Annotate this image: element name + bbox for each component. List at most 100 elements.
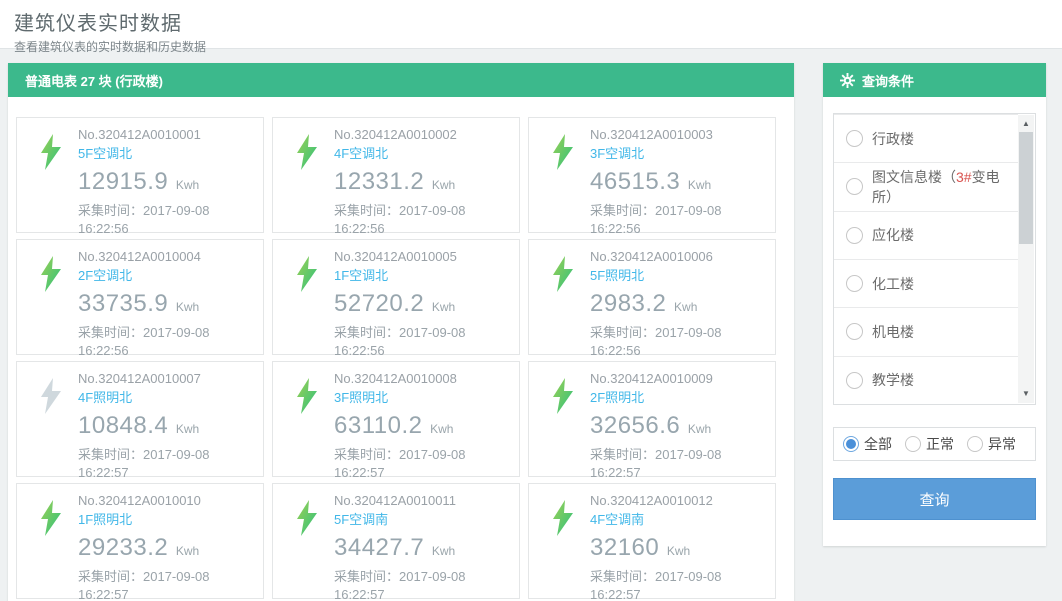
meter-unit: Kwh	[688, 178, 711, 192]
meter-location-link[interactable]: 2F空调北	[78, 268, 228, 284]
meter-number: No.320412A0010011	[334, 493, 484, 509]
page-title: 建筑仪表实时数据	[14, 7, 1062, 36]
bolt-icon	[552, 256, 574, 292]
meter-card: No.320412A0010004 2F空调北 33735.9 Kwh 采集时间…	[16, 239, 264, 355]
meter-collect-time: 采集时间：2017-09-08 16:22:57	[334, 446, 484, 484]
building-label-text: 教学楼	[872, 372, 914, 388]
collect-date: 2017-09-08	[655, 447, 722, 462]
query-button[interactable]: 查询	[833, 478, 1036, 520]
status-option[interactable]: 正常	[905, 434, 954, 454]
radio-button[interactable]	[846, 178, 863, 195]
collect-time: 16:22:56	[334, 343, 385, 358]
meter-value-row: 63110.2 Kwh	[334, 411, 484, 441]
radio-button[interactable]	[846, 227, 863, 244]
collect-time-label: 采集时间：	[334, 203, 399, 218]
collect-date: 2017-09-08	[143, 325, 210, 340]
meter-card-body: No.320412A0010003 3F空调北 46515.3 Kwh 采集时间…	[590, 118, 740, 232]
building-option[interactable]: 图文信息楼（3#变电所）	[834, 162, 1018, 210]
collect-time-label: 采集时间：	[590, 325, 655, 340]
collect-date: 2017-09-08	[399, 447, 466, 462]
scroll-down-arrow[interactable]: ▼	[1018, 387, 1034, 401]
collect-time-label: 采集时间：	[78, 325, 143, 340]
meter-value: 32160	[590, 534, 659, 561]
radio-button[interactable]	[967, 436, 983, 452]
collect-time-label: 采集时间：	[590, 203, 655, 218]
meter-unit: Kwh	[432, 544, 455, 558]
bolt-icon	[40, 134, 62, 170]
building-option[interactable]: 应化楼	[834, 211, 1018, 259]
bolt-icon	[552, 378, 574, 414]
scrollbar-thumb[interactable]	[1019, 132, 1033, 244]
bolt-icon	[40, 378, 62, 414]
building-list: 行政楼 图文信息楼（3#变电所） 应化楼	[833, 113, 1036, 405]
meter-collect-time: 采集时间：2017-09-08 16:22:56	[590, 324, 740, 362]
bolt-icon	[40, 500, 62, 536]
meter-collect-time: 采集时间：2017-09-08 16:22:57	[78, 446, 228, 484]
radio-button[interactable]	[846, 323, 863, 340]
meters-panel-header: 普通电表 27 块 (行政楼)	[8, 63, 794, 97]
building-option[interactable]: 行政楼	[834, 114, 1018, 162]
meter-number: No.320412A0010009	[590, 371, 740, 387]
building-label: 化工楼	[872, 274, 914, 294]
meter-collect-time: 采集时间：2017-09-08 16:22:56	[334, 324, 484, 362]
meter-location-link[interactable]: 3F空调北	[590, 146, 740, 162]
meter-card: No.320412A0010005 1F空调北 52720.2 Kwh 采集时间…	[272, 239, 520, 355]
meter-location-link[interactable]: 5F空调北	[78, 146, 228, 162]
meter-location-link[interactable]: 4F空调南	[590, 512, 740, 528]
building-option[interactable]: 化工楼	[834, 259, 1018, 307]
building-label: 行政楼	[872, 129, 914, 149]
scroll-up-arrow[interactable]: ▲	[1018, 117, 1034, 131]
meter-card-body: No.320412A0010004 2F空调北 33735.9 Kwh 采集时间…	[78, 240, 228, 354]
meter-location-link[interactable]: 4F照明北	[78, 390, 228, 406]
bolt-icon	[40, 256, 62, 292]
status-option[interactable]: 全部	[843, 434, 892, 454]
meter-number: No.320412A0010010	[78, 493, 228, 509]
meter-location-link[interactable]: 4F空调北	[334, 146, 484, 162]
meters-panel: 普通电表 27 块 (行政楼) No.320412A0010001 5F空调北 …	[8, 63, 794, 601]
meter-card-body: No.320412A0010007 4F照明北 10848.4 Kwh 采集时间…	[78, 362, 228, 476]
building-option[interactable]: 机电楼	[834, 307, 1018, 355]
meter-number: No.320412A0010001	[78, 127, 228, 143]
meter-location-link[interactable]: 1F空调北	[334, 268, 484, 284]
radio-button[interactable]	[846, 372, 863, 389]
collect-time: 16:22:56	[590, 221, 641, 236]
meter-value-row: 10848.4 Kwh	[78, 411, 228, 441]
status-filter: 全部 正常 异常	[833, 427, 1036, 461]
collect-date: 2017-09-08	[655, 203, 722, 218]
meter-collect-time: 采集时间：2017-09-08 16:22:57	[78, 568, 228, 601]
status-option-label: 正常	[926, 434, 954, 454]
scrollbar[interactable]: ▲ ▼	[1018, 115, 1034, 403]
radio-button[interactable]	[843, 436, 859, 452]
meter-value: 52720.2	[334, 290, 424, 317]
meter-value-row: 33735.9 Kwh	[78, 289, 228, 319]
meter-location-link[interactable]: 5F空调南	[334, 512, 484, 528]
radio-button[interactable]	[846, 275, 863, 292]
meter-value: 12331.2	[334, 168, 424, 195]
meter-location-link[interactable]: 5F照明北	[590, 268, 740, 284]
meter-value: 63110.2	[334, 412, 422, 439]
building-label: 机电楼	[872, 322, 914, 342]
meter-card-body: No.320412A0010009 2F照明北 32656.6 Kwh 采集时间…	[590, 362, 740, 476]
radio-button[interactable]	[846, 130, 863, 147]
meter-location-link[interactable]: 3F照明北	[334, 390, 484, 406]
meter-card-body: No.320412A0010002 4F空调北 12331.2 Kwh 采集时间…	[334, 118, 484, 232]
query-panel-header: 查询条件	[823, 63, 1046, 97]
meter-card: No.320412A0010001 5F空调北 12915.9 Kwh 采集时间…	[16, 117, 264, 233]
collect-time-label: 采集时间：	[334, 569, 399, 584]
radio-button[interactable]	[905, 436, 921, 452]
status-option[interactable]: 异常	[967, 434, 1016, 454]
collect-time: 16:22:56	[78, 343, 129, 358]
meter-card: No.320412A0010011 5F空调南 34427.7 Kwh 采集时间…	[272, 483, 520, 599]
query-panel: 查询条件 行政楼 图文信息楼（3#变电所）	[823, 63, 1046, 546]
meter-card-grid: No.320412A0010001 5F空调北 12915.9 Kwh 采集时间…	[8, 97, 794, 601]
meter-value-row: 2983.2 Kwh	[590, 289, 740, 319]
meter-value-row: 12331.2 Kwh	[334, 167, 484, 197]
meter-value-row: 34427.7 Kwh	[334, 533, 484, 563]
meters-panel-title: 普通电表 27 块 (行政楼)	[25, 71, 163, 90]
building-option[interactable]: 教学楼	[834, 356, 1018, 404]
meter-location-link[interactable]: 1F照明北	[78, 512, 228, 528]
meter-number: No.320412A0010005	[334, 249, 484, 265]
meter-number: No.320412A0010002	[334, 127, 484, 143]
collect-date: 2017-09-08	[143, 569, 210, 584]
meter-location-link[interactable]: 2F照明北	[590, 390, 740, 406]
